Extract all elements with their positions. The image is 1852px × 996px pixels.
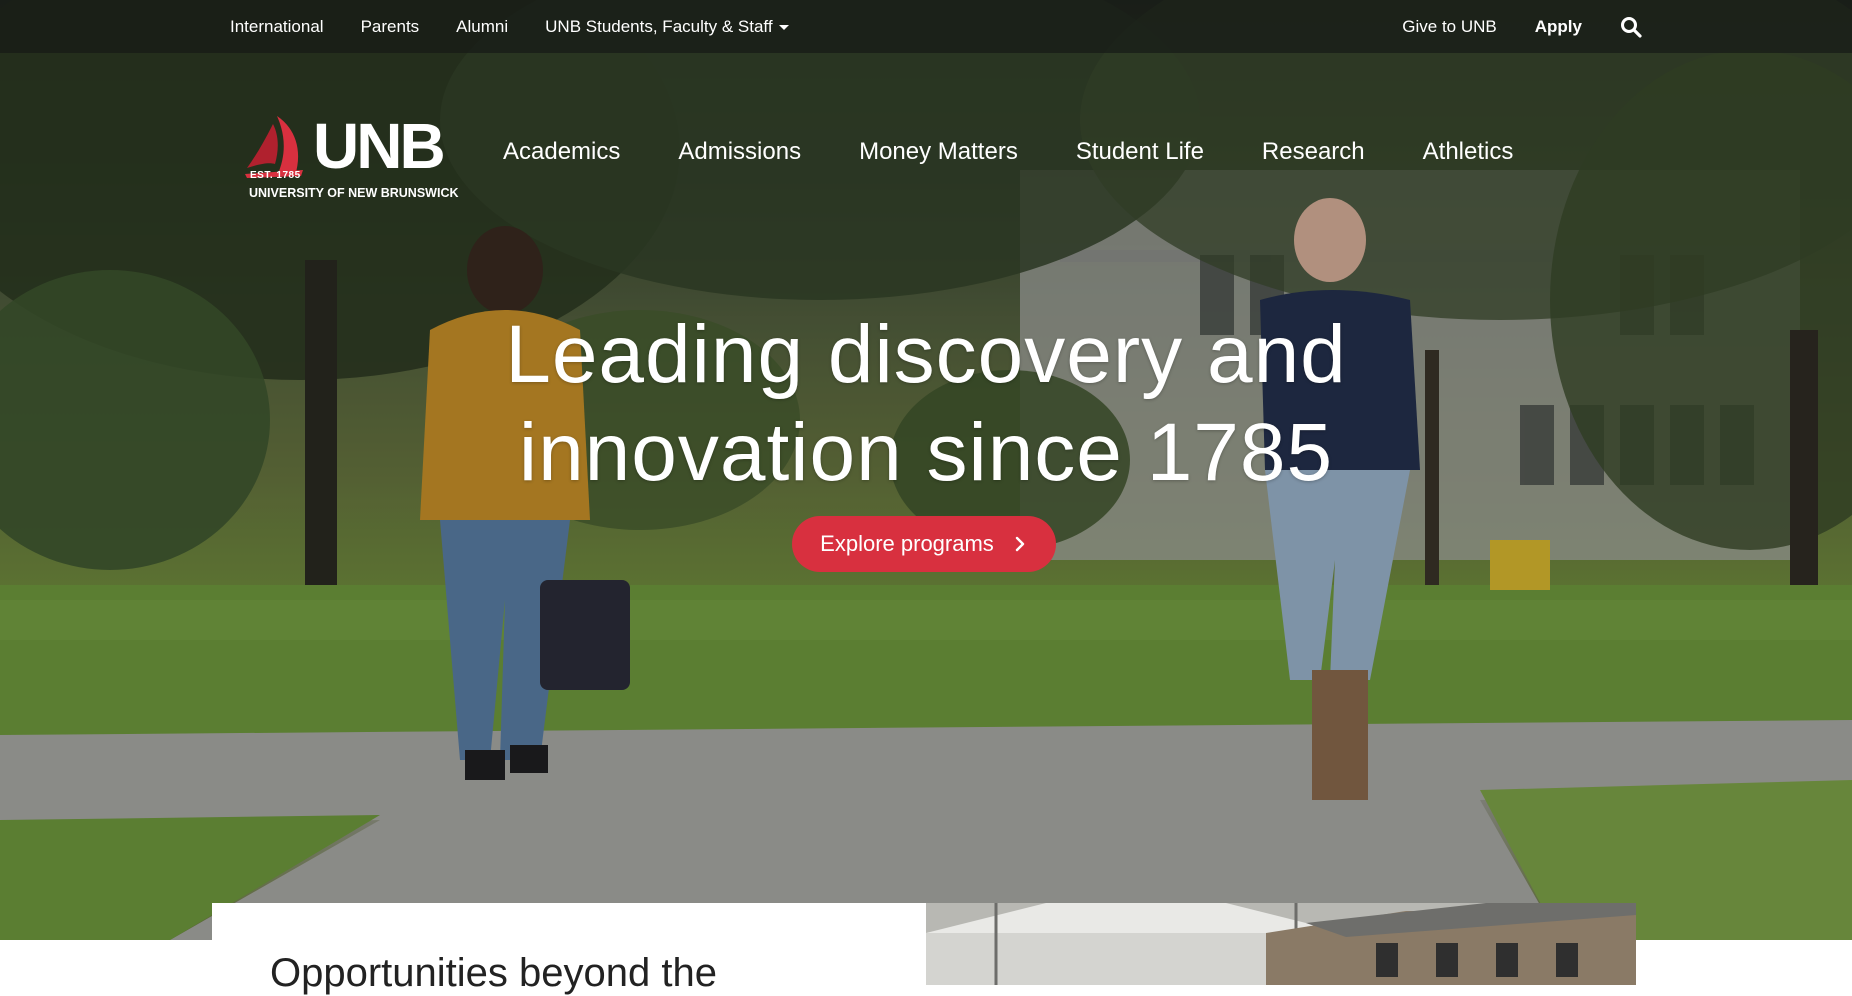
explore-programs-button[interactable]: Explore programs — [792, 516, 1056, 572]
hero-title: Leading discovery and innovation since 1… — [426, 306, 1426, 502]
feature-card-heading: Opportunities beyond the — [270, 951, 717, 995]
utility-nav-right: Give to UNB Apply — [1402, 0, 1642, 53]
hero-title-line-2: innovation since 1785 — [518, 407, 1334, 498]
apply-link[interactable]: Apply — [1535, 17, 1582, 37]
utility-link-parents[interactable]: Parents — [361, 17, 420, 37]
logo-established: EST. 1785 — [250, 170, 301, 181]
feature-card-photo — [926, 903, 1636, 985]
unb-logo[interactable]: UNB EST. 1785 UNIVERSITY OF NEW BRUNSWIC… — [243, 108, 463, 203]
tent-building-image — [926, 903, 1636, 985]
feature-card: Opportunities beyond the — [212, 903, 926, 995]
give-to-unb-link[interactable]: Give to UNB — [1402, 17, 1496, 37]
nav-athletics[interactable]: Athletics — [1423, 138, 1514, 166]
utility-link-international[interactable]: International — [230, 17, 324, 37]
utility-bar: International Parents Alumni UNB Student… — [0, 0, 1852, 53]
hero-title-line-1: Leading discovery and — [505, 309, 1347, 400]
nav-money-matters[interactable]: Money Matters — [859, 138, 1018, 166]
utility-dropdown-label: UNB Students, Faculty & Staff — [545, 16, 773, 36]
explore-programs-label: Explore programs — [820, 531, 994, 556]
nav-admissions[interactable]: Admissions — [678, 138, 801, 166]
utility-dropdown-students-faculty-staff[interactable]: UNB Students, Faculty & Staff — [545, 16, 789, 37]
logo-university-name: UNIVERSITY OF NEW BRUNSWICK — [249, 186, 459, 200]
utility-nav-left: International Parents Alumni UNB Student… — [230, 0, 789, 53]
nav-academics[interactable]: Academics — [503, 138, 620, 166]
nav-research[interactable]: Research — [1262, 138, 1365, 166]
utility-link-alumni[interactable]: Alumni — [456, 17, 508, 37]
chevron-right-icon — [1015, 536, 1025, 552]
search-icon[interactable] — [1620, 16, 1642, 38]
caret-down-icon — [778, 24, 789, 30]
nav-student-life[interactable]: Student Life — [1076, 138, 1204, 166]
unb-sail-logo-icon — [245, 116, 303, 178]
logo-wordmark: UNB — [313, 110, 446, 182]
main-nav: Academics Admissions Money Matters Stude… — [503, 138, 1513, 166]
